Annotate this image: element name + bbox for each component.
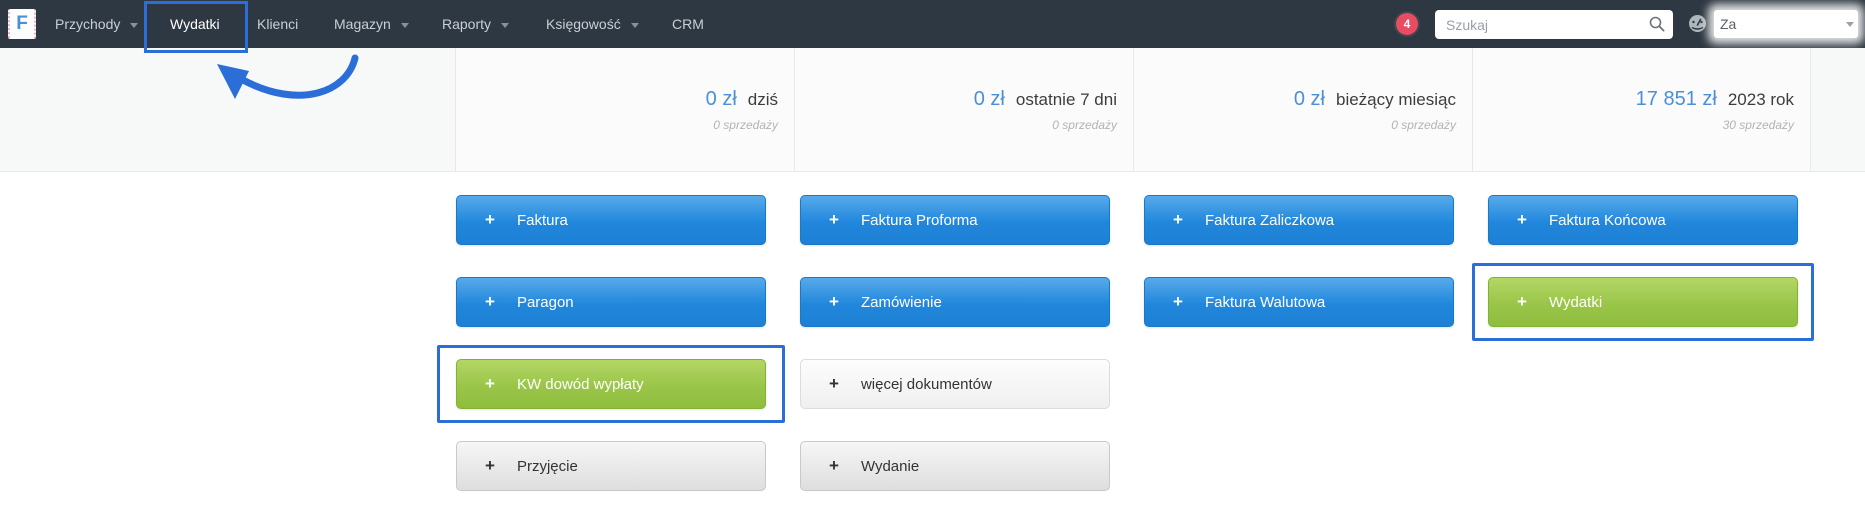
button-label: więcej dokumentów: [860, 375, 992, 393]
annotation-curved-arrow: [217, 54, 359, 99]
plus-icon: [485, 292, 495, 312]
annotation-box-kw-button: [437, 345, 785, 423]
plus-icon: [829, 374, 839, 394]
nav-item-raporty[interactable]: Raporty: [442, 0, 509, 48]
chevron-down-icon: [630, 22, 639, 28]
annotation-box-nav-wydatki: [144, 1, 248, 53]
button-label: Paragon: [516, 293, 574, 311]
stat-subtext: 0 sprzedaży: [713, 117, 778, 132]
plus-icon: [1173, 292, 1183, 312]
annotation-box-wydatki-button: [1472, 263, 1814, 341]
nav-item-label: CRM: [672, 16, 704, 32]
button-label: Przyjęcie: [516, 457, 578, 475]
stat-current-month: 0 zł bieżący miesiąc 0 sprzedaży: [1133, 48, 1472, 171]
stat-label: ostatnie 7 dni: [1015, 89, 1117, 109]
search-box: [1435, 10, 1673, 39]
new-zamowienie-button[interactable]: Zamówienie: [800, 277, 1110, 327]
stat-label: 2023 rok: [1727, 89, 1794, 109]
plus-icon: [485, 456, 495, 476]
stat-today: 0 zł dziś 0 sprzedaży: [455, 48, 794, 171]
speedometer-icon: [1689, 15, 1706, 32]
notification-badge[interactable]: 4: [1396, 13, 1418, 35]
chevron-down-icon: [500, 22, 509, 28]
nav-item-crm[interactable]: CRM: [672, 0, 704, 48]
nav-item-magazyn[interactable]: Magazyn: [334, 0, 409, 48]
stat-value: 0 zł: [973, 87, 1005, 110]
user-menu[interactable]: Za: [1714, 10, 1858, 38]
nav-item-label: Przychody: [55, 16, 121, 32]
stat-subtext: 0 sprzedaży: [1052, 117, 1117, 132]
stat-label: bieżący miesiąc: [1336, 89, 1456, 109]
stat-subtext: 0 sprzedaży: [1391, 117, 1456, 132]
nav-item-klienci[interactable]: Klienci: [257, 0, 298, 48]
app-logo[interactable]: F: [8, 9, 36, 39]
nav-item-label: Klienci: [257, 16, 299, 32]
stat-subtext: 30 sprzedaży: [1722, 117, 1794, 132]
button-label: Faktura: [516, 211, 568, 229]
more-documents-button[interactable]: więcej dokumentów: [800, 359, 1110, 409]
stat-value: 17 851 zł: [1635, 87, 1717, 110]
nav-item-label: Raporty: [442, 16, 492, 32]
new-faktura-koncowa-button[interactable]: Faktura Końcowa: [1488, 195, 1798, 245]
stat-value: 0 zł: [705, 87, 737, 110]
new-faktura-zaliczkowa-button[interactable]: Faktura Zaliczkowa: [1144, 195, 1454, 245]
plus-icon: [1173, 210, 1183, 230]
button-label: Zamówienie: [860, 293, 942, 311]
stat-last-7-days: 0 zł ostatnie 7 dni 0 sprzedaży: [794, 48, 1133, 171]
plus-icon: [829, 292, 839, 312]
chevron-down-icon: [130, 22, 139, 28]
new-faktura-walutowa-button[interactable]: Faktura Walutowa: [1144, 277, 1454, 327]
plus-icon: [829, 456, 839, 476]
search-input[interactable]: [1435, 10, 1646, 39]
nav-item-przychody[interactable]: Przychody: [55, 0, 139, 48]
button-label: Wydanie: [860, 457, 920, 475]
button-label: Faktura Końcowa: [1548, 211, 1666, 229]
top-navbar: F Przychody Wydatki Klienci Magazyn Rapo…: [0, 0, 1865, 48]
new-wydanie-button[interactable]: Wydanie: [800, 441, 1110, 491]
nav-item-label: Magazyn: [334, 16, 391, 32]
button-label: Faktura Proforma: [860, 211, 978, 229]
new-faktura-proforma-button[interactable]: Faktura Proforma: [800, 195, 1110, 245]
new-faktura-button[interactable]: Faktura: [456, 195, 766, 245]
chevron-down-icon: [400, 22, 409, 28]
chevron-down-icon: [1846, 22, 1854, 27]
stat-value: 0 zł: [1293, 87, 1325, 110]
nav-item-label: Księgowość: [546, 16, 621, 32]
search-icon[interactable]: [1649, 16, 1665, 32]
plus-icon: [829, 210, 839, 230]
user-name-label: Za: [1720, 16, 1737, 32]
plus-icon: [485, 210, 495, 230]
button-label: Faktura Walutowa: [1204, 293, 1326, 311]
button-label: Faktura Zaliczkowa: [1204, 211, 1335, 229]
stat-year-2023: 17 851 zł 2023 rok 30 sprzedaży: [1472, 48, 1811, 171]
plus-icon: [1517, 210, 1527, 230]
new-przyjecie-button[interactable]: Przyjęcie: [456, 441, 766, 491]
nav-item-ksiegowosc[interactable]: Księgowość: [546, 0, 639, 48]
app-screen: F Przychody Wydatki Klienci Magazyn Rapo…: [0, 0, 1865, 523]
stat-label: dziś: [747, 89, 778, 109]
new-paragon-button[interactable]: Paragon: [456, 277, 766, 327]
